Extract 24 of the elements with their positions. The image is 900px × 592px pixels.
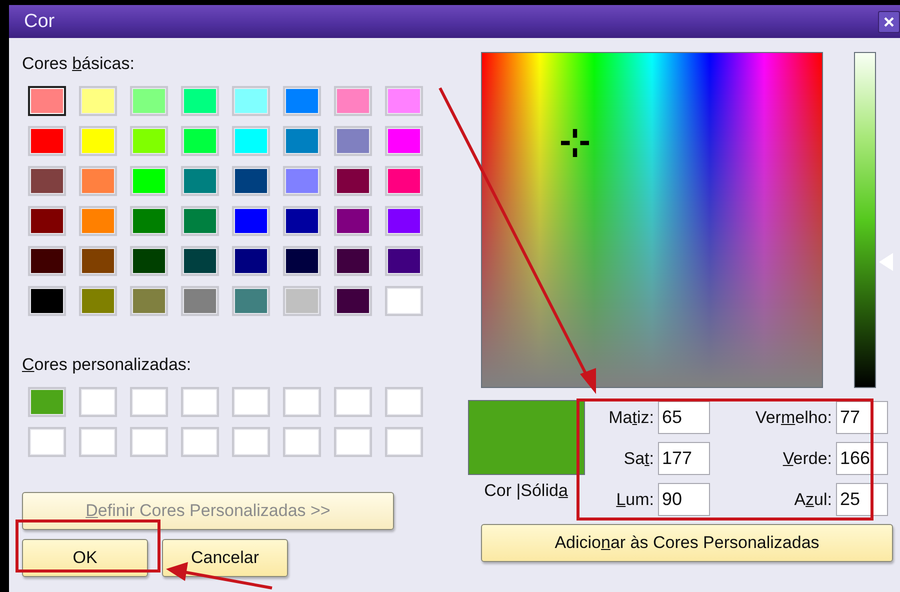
input-field[interactable]: 77	[836, 401, 888, 434]
color-spectrum[interactable]	[481, 52, 823, 388]
input-field[interactable]: 90	[658, 483, 710, 516]
add-to-custom-colors-button[interactable]: Adicionar às Cores Personalizadas	[481, 524, 893, 562]
field-label: Lum:	[615, 490, 654, 510]
cancel-button[interactable]: Cancelar	[162, 539, 288, 577]
close-icon	[883, 16, 895, 28]
input-field[interactable]: 177	[658, 442, 710, 475]
window-title: Cor	[24, 10, 55, 32]
section-label: Cores básicas:	[22, 54, 136, 75]
field-label: Azul:	[793, 490, 832, 510]
input-field[interactable]: 65	[658, 401, 710, 434]
close-button[interactable]	[878, 10, 900, 32]
section-label: Cores personalizadas:	[22, 355, 192, 376]
ok-button[interactable]: OK	[22, 539, 148, 577]
crosshair-icon	[561, 129, 589, 157]
field-label: Sat:	[622, 448, 654, 468]
input-field[interactable]: 166	[836, 442, 888, 475]
input-field[interactable]: 25	[836, 483, 888, 516]
preview-label: Cor |Sólida	[484, 481, 568, 501]
field-label: Vermelho:	[754, 408, 832, 428]
color-swatch[interactable]	[28, 86, 66, 116]
field-label: Matiz:	[608, 408, 654, 428]
field-label: Verde:	[782, 448, 832, 468]
